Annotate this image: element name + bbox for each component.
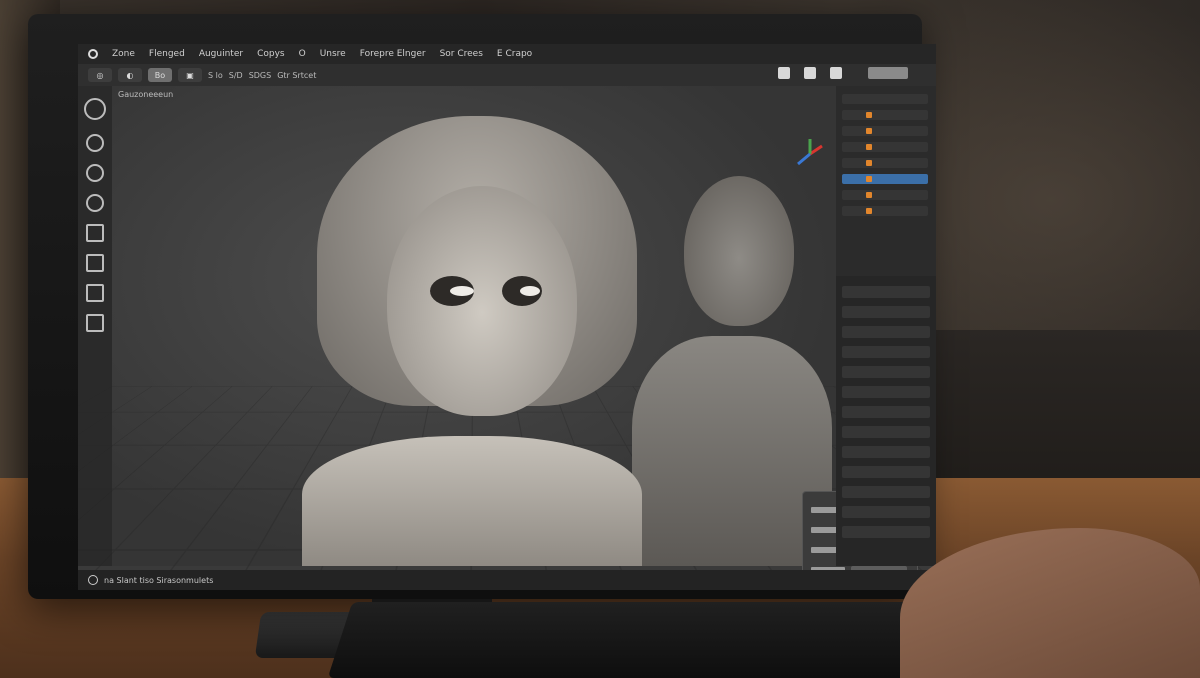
object-icon — [866, 208, 872, 214]
grab-icon[interactable] — [86, 284, 104, 302]
outliner-row[interactable] — [842, 142, 928, 152]
front-figure-eye-left — [430, 276, 474, 306]
object-icon — [866, 128, 872, 134]
toolbar-label-2[interactable]: S/D — [229, 71, 243, 80]
outliner-row[interactable] — [842, 206, 928, 216]
property-row[interactable] — [842, 346, 930, 358]
property-row[interactable] — [842, 286, 930, 298]
camera-icon[interactable]: ▣ — [178, 68, 202, 82]
toolbar-label-4[interactable]: Gtr Srtcet — [277, 71, 316, 80]
menu-item-1[interactable]: Zone — [112, 49, 135, 59]
outliner-panel — [836, 86, 936, 276]
rotate-icon[interactable] — [86, 164, 104, 182]
front-figure-model[interactable] — [302, 116, 642, 566]
property-row[interactable] — [842, 406, 930, 418]
sculpt-icon[interactable] — [86, 224, 104, 242]
property-row[interactable] — [842, 326, 930, 338]
mode-icon[interactable]: ◎ — [88, 68, 112, 82]
property-row[interactable] — [842, 366, 930, 378]
toolbar-label-3[interactable]: SDGS — [249, 71, 272, 80]
menu-item-6[interactable]: Unsre — [320, 49, 346, 59]
background-shelf — [930, 330, 1200, 490]
annotate-icon[interactable] — [86, 314, 104, 332]
property-row[interactable] — [842, 446, 930, 458]
toolbar-button-1[interactable]: Bo — [148, 68, 172, 82]
monitor: Zone Flenged Auguinter Copys O Unsre For… — [28, 14, 936, 599]
menu-item-2[interactable]: Flenged — [149, 49, 185, 59]
view-icon[interactable]: ◐ — [118, 68, 142, 82]
outliner-row[interactable] — [842, 126, 928, 136]
object-icon — [866, 144, 872, 150]
toolbar-label-1[interactable]: S lo — [208, 71, 223, 80]
front-figure-eye-right — [502, 276, 542, 306]
outliner-row[interactable] — [842, 190, 928, 200]
move-icon[interactable] — [86, 134, 104, 152]
workspace-selector[interactable] — [868, 67, 908, 79]
app-logo-icon[interactable] — [88, 49, 98, 59]
scale-icon[interactable] — [86, 194, 104, 212]
property-row[interactable] — [842, 526, 930, 538]
status-icon — [88, 575, 98, 585]
outliner-row-selected[interactable] — [842, 174, 928, 184]
menu-item-4[interactable]: Copys — [257, 49, 285, 59]
menu-item-9[interactable]: E Crapo — [497, 49, 532, 59]
property-row[interactable] — [842, 386, 930, 398]
select-icon[interactable] — [84, 98, 106, 120]
menu-bar: Zone Flenged Auguinter Copys O Unsre For… — [78, 44, 936, 64]
menu-item-5[interactable]: O — [299, 49, 306, 59]
3d-viewport[interactable] — [78, 86, 936, 590]
property-row[interactable] — [842, 486, 930, 498]
object-icon — [866, 112, 872, 118]
keyboard — [327, 602, 953, 678]
property-row[interactable] — [842, 506, 930, 518]
properties-panel — [836, 276, 936, 566]
outliner-row[interactable] — [842, 158, 928, 168]
front-figure-body — [302, 436, 642, 566]
object-icon — [866, 192, 872, 198]
measure-icon[interactable] — [86, 254, 104, 272]
property-row[interactable] — [842, 466, 930, 478]
viewport-caption: Gauzoneeeun — [118, 90, 174, 99]
menu-item-3[interactable]: Auguinter — [199, 49, 243, 59]
property-row[interactable] — [842, 306, 930, 318]
screen: Zone Flenged Auguinter Copys O Unsre For… — [78, 44, 936, 590]
overlay-icon[interactable] — [778, 67, 790, 79]
outliner-row[interactable] — [842, 94, 928, 104]
menu-item-7[interactable]: Forepre Elnger — [360, 49, 426, 59]
axis-gizmo-icon[interactable] — [792, 136, 828, 172]
rear-figure-head — [684, 176, 794, 326]
toolbar: ◎ ◐ Bo ▣ S lo S/D SDGS Gtr Srtcet — [78, 64, 936, 86]
render-icon[interactable] — [830, 67, 842, 79]
object-icon — [866, 176, 872, 182]
status-text: na Slant tiso Sirasonmulets — [104, 575, 214, 585]
status-bar: na Slant tiso Sirasonmulets — [78, 570, 936, 590]
front-figure-face — [387, 186, 577, 416]
shading-icon[interactable] — [804, 67, 816, 79]
object-icon — [866, 160, 872, 166]
menu-item-8[interactable]: Sor Crees — [440, 49, 483, 59]
outliner-row[interactable] — [842, 110, 928, 120]
property-row[interactable] — [842, 426, 930, 438]
